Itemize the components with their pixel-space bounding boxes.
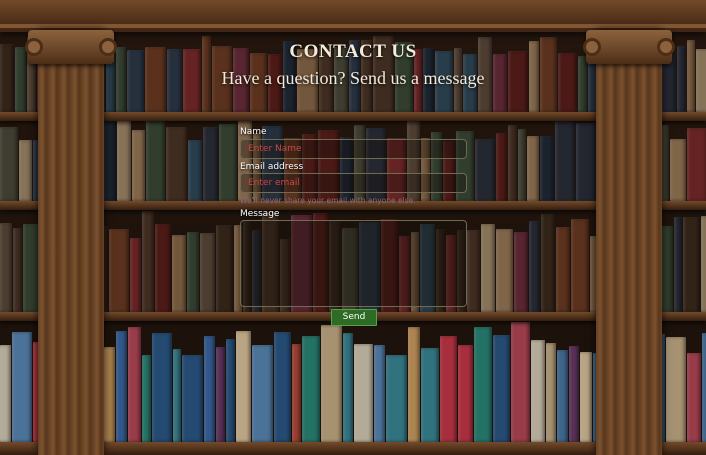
message-label: Message: [240, 209, 280, 219]
name-input[interactable]: Enter Name: [240, 139, 467, 159]
email-label: Email address: [240, 162, 304, 172]
page-subtitle: Have a question? Send us a message: [221, 68, 485, 88]
name-label: Name: [240, 127, 267, 137]
page-title: CONTACT US: [289, 41, 417, 62]
message-textarea[interactable]: [240, 220, 467, 307]
name-placeholder: Enter Name: [248, 144, 302, 154]
send-button[interactable]: Send: [331, 309, 377, 326]
email-placeholder: Enter email: [248, 178, 300, 188]
email-input[interactable]: Enter email: [240, 173, 467, 193]
contact-heading: CONTACT US Have a question? Send us a me…: [0, 40, 706, 90]
email-help-text: We'll never share your email with anyone…: [240, 196, 416, 205]
